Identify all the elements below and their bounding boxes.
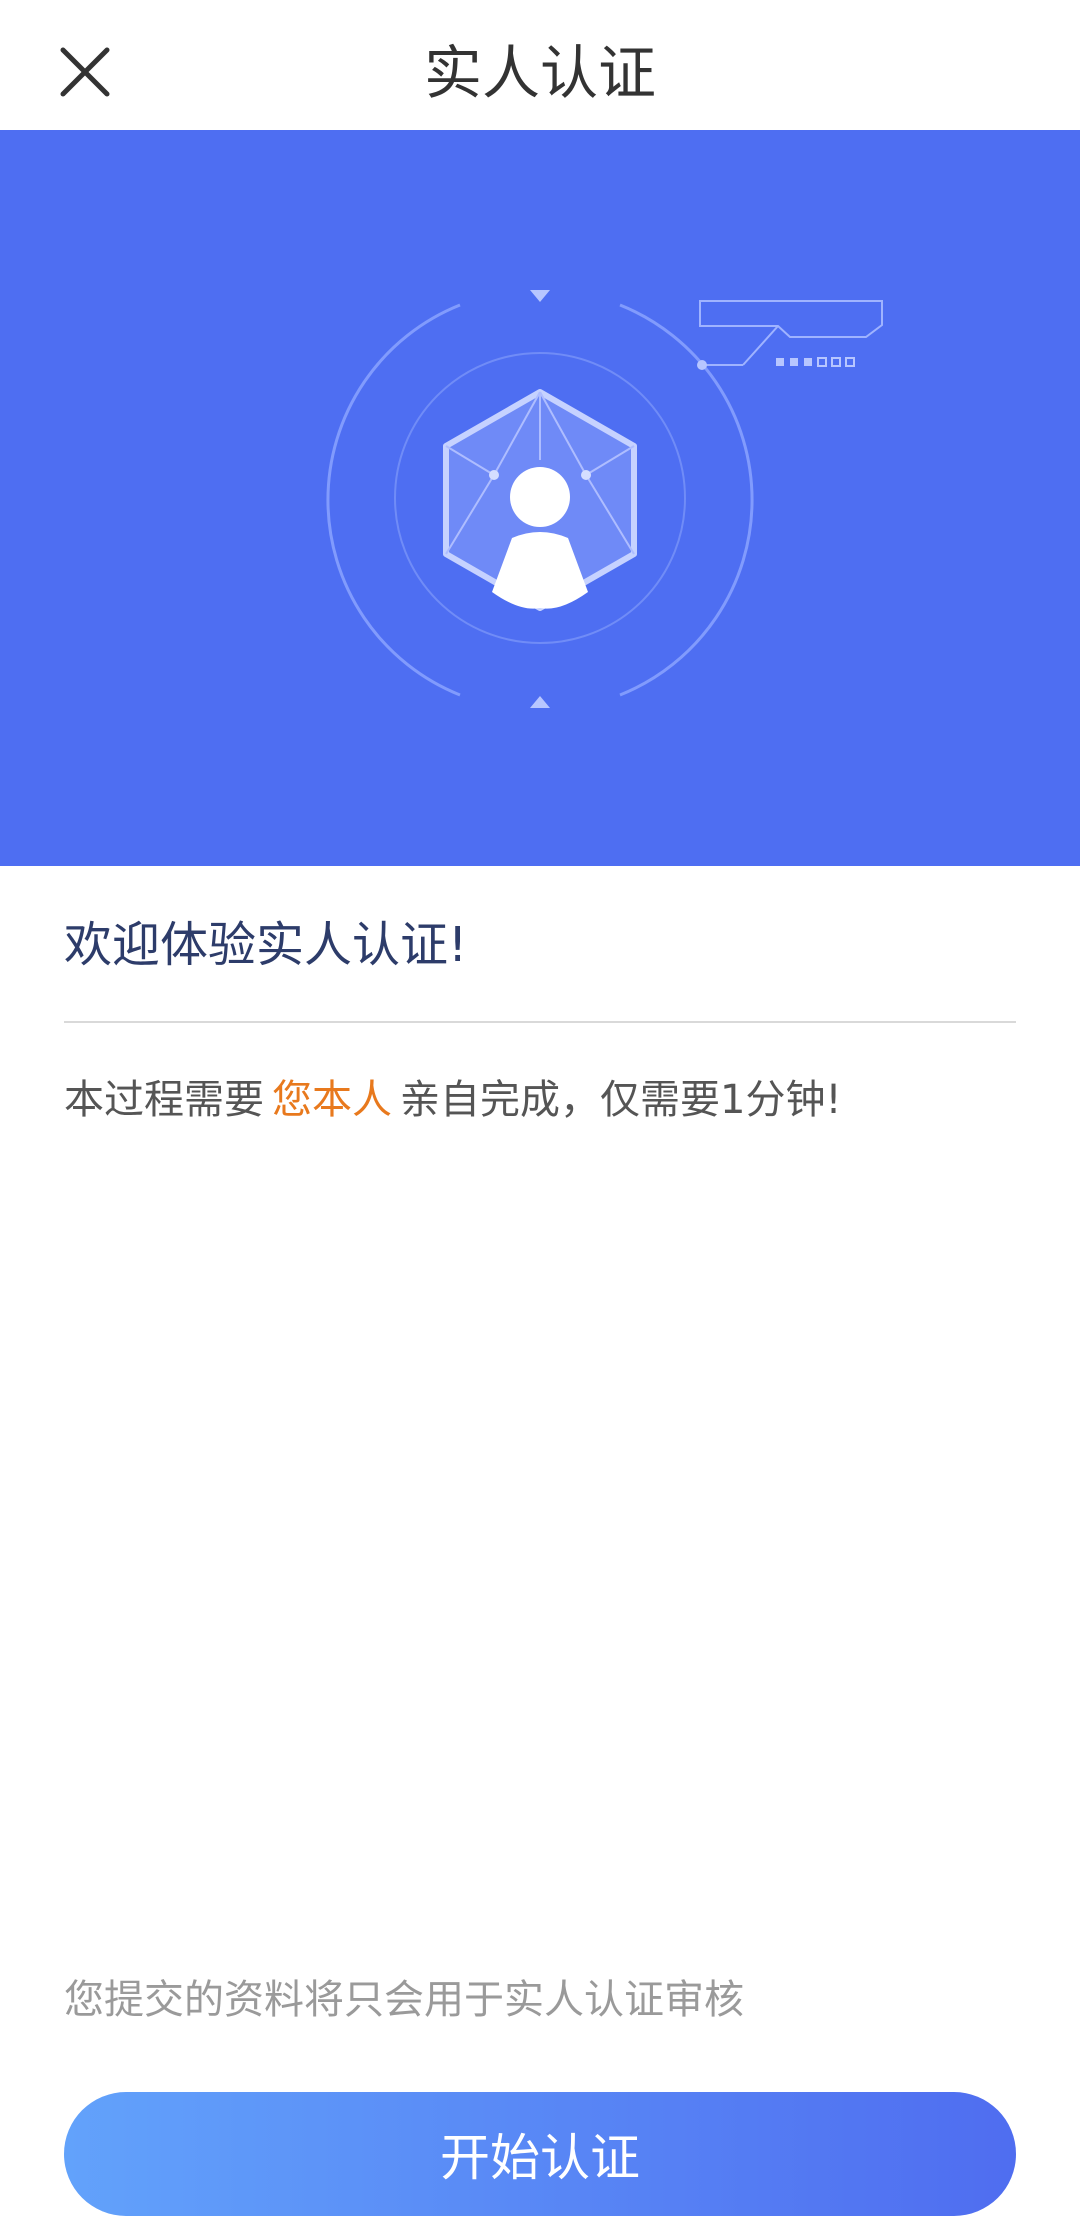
instruction-text: 本过程需要 您本人 亲自完成，仅需要1分钟! [64,1060,841,1140]
page-title: 实人认证 [423,39,656,107]
instruction-suffix: 亲自完成，仅需要1分钟! [400,1077,842,1123]
face-verification-icon [326,290,883,708]
hero-banner [0,130,1080,866]
start-verification-button[interactable]: 开始认证 [64,2092,1016,2216]
privacy-note: 您提交的资料将只会用于实人认证审核 [64,1977,744,2023]
instruction-prefix: 本过程需要 [64,1077,264,1123]
header: 实人认证 [0,0,1080,130]
instruction-highlight: 您本人 [272,1077,392,1123]
divider [64,1021,1016,1023]
welcome-heading: 欢迎体验实人认证! [64,917,468,973]
